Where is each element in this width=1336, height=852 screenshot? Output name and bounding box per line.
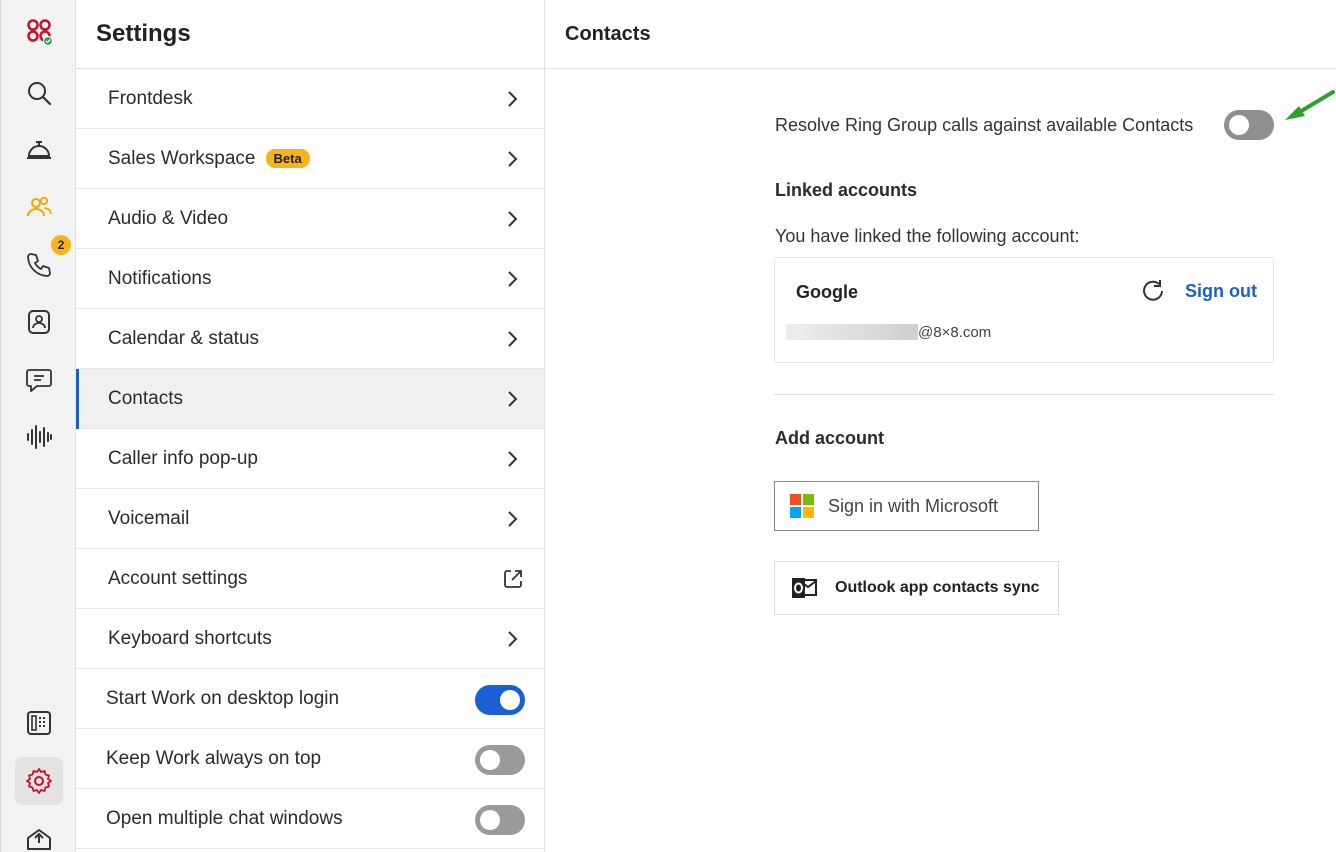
settings-item-frontdesk[interactable]: Frontdesk — [76, 69, 544, 129]
settings-panel: Settings Frontdesk Sales Workspace Beta … — [76, 0, 545, 852]
directory-nav[interactable] — [15, 298, 63, 346]
settings-item-notifications[interactable]: Notifications — [76, 249, 544, 309]
settings-item-keyboard-shortcuts[interactable]: Keyboard shortcuts — [76, 609, 544, 669]
settings-item-label: Notifications — [108, 267, 212, 289]
always-on-top-toggle[interactable] — [475, 745, 525, 775]
chevron-right-icon — [508, 511, 518, 527]
settings-nav[interactable] — [15, 757, 63, 805]
logo-8x8-icon — [27, 19, 53, 46]
settings-item-account-settings[interactable]: Account settings — [76, 549, 544, 609]
settings-item-contacts[interactable]: Contacts — [76, 369, 544, 429]
linked-accounts-description: You have linked the following account: — [775, 226, 1080, 246]
redacted-email — [786, 324, 918, 340]
sign-in-microsoft-button[interactable]: Sign in with Microsoft — [774, 481, 1039, 531]
inbox-nav[interactable] — [15, 814, 63, 852]
contacts-panel: Contacts Resolve Ring Group calls agains… — [545, 0, 1336, 852]
settings-item-always-on-top: Keep Work always on top — [76, 729, 544, 789]
chevron-right-icon — [508, 451, 518, 467]
section-divider — [774, 394, 1274, 395]
toggle-knob — [500, 690, 520, 710]
settings-item-sales-workspace[interactable]: Sales Workspace Beta — [76, 129, 544, 189]
contact-card-icon — [28, 310, 50, 334]
reception-bell-icon — [27, 141, 51, 159]
toggle-knob — [480, 810, 500, 830]
chevron-right-icon — [508, 271, 518, 287]
search-icon — [28, 82, 52, 106]
settings-header: Settings — [76, 0, 544, 69]
settings-item-label: Frontdesk — [108, 87, 193, 109]
multiple-chat-windows-toggle[interactable] — [475, 805, 525, 835]
microsoft-logo-icon — [790, 494, 814, 518]
messages-nav[interactable] — [15, 355, 63, 403]
settings-item-label: Calendar & status — [108, 327, 260, 349]
sign-in-microsoft-label: Sign in with Microsoft — [828, 495, 999, 516]
settings-item-label: Open multiple chat windows — [106, 807, 343, 829]
outlook-logo-icon — [792, 578, 817, 598]
inbox-upload-icon — [27, 829, 51, 850]
annotation-arrow-icon — [1285, 90, 1335, 120]
refresh-icon[interactable] — [1139, 278, 1165, 304]
settings-item-label: Caller info pop-up — [108, 447, 258, 469]
chevron-right-icon — [508, 91, 518, 107]
chevron-right-icon — [508, 331, 518, 347]
calls-count-badge: 2 — [51, 235, 71, 255]
settings-title: Settings — [96, 20, 191, 47]
settings-item-audio-video[interactable]: Audio & Video — [76, 189, 544, 249]
frontdesk-nav[interactable] — [15, 126, 63, 174]
voice-analytics-nav[interactable] — [15, 413, 63, 461]
chevron-right-icon — [508, 631, 518, 647]
chevron-right-icon — [508, 391, 518, 407]
settings-item-label: Start Work on desktop login — [106, 687, 340, 709]
settings-item-label: Sales Workspace — [108, 147, 256, 169]
linked-account-card: Google Sign out @8×8.com — [774, 257, 1274, 363]
contacts-header: Contacts — [545, 0, 1336, 69]
toggle-knob — [1229, 115, 1249, 135]
settings-item-label: Keep Work always on top — [106, 747, 322, 769]
app-rail: 2 — [0, 0, 76, 852]
toggle-knob — [480, 750, 500, 770]
settings-item-label: Account settings — [108, 567, 248, 589]
account-email-domain: @8×8.com — [918, 324, 992, 341]
phone-icon — [27, 253, 51, 277]
settings-item-label: Contacts — [108, 387, 183, 409]
sign-out-link[interactable]: Sign out — [1185, 281, 1257, 302]
contacts-team-nav[interactable] — [15, 184, 63, 232]
search-nav[interactable] — [15, 69, 63, 117]
chat-bubble-icon — [26, 369, 52, 392]
settings-item-voicemail[interactable]: Voicemail — [76, 489, 544, 549]
external-link-icon — [504, 570, 522, 588]
settings-item-calendar-status[interactable]: Calendar & status — [76, 309, 544, 369]
linked-accounts-heading: Linked accounts — [775, 180, 918, 200]
desk-phone-icon — [27, 711, 51, 735]
gear-icon — [26, 768, 52, 794]
outlook-contacts-sync-button[interactable]: Outlook app contacts sync — [774, 561, 1059, 615]
settings-item-start-work-login: Start Work on desktop login — [76, 669, 544, 729]
settings-item-multiple-chat-windows: Open multiple chat windows — [76, 789, 544, 849]
settings-item-label: Audio & Video — [108, 207, 229, 229]
start-work-login-toggle[interactable] — [475, 685, 525, 715]
resolve-ring-group-toggle[interactable] — [1224, 110, 1274, 140]
audio-waveform-icon — [27, 425, 52, 449]
settings-item-label: Voicemail — [108, 507, 190, 529]
outlook-contacts-sync-label: Outlook app contacts sync — [835, 579, 1040, 596]
chevron-right-icon — [508, 151, 518, 167]
people-group-icon — [27, 196, 52, 217]
settings-item-label: Keyboard shortcuts — [108, 627, 272, 649]
app-logo-icon[interactable] — [15, 8, 63, 56]
beta-badge: Beta — [265, 149, 310, 168]
add-account-heading: Add account — [775, 428, 885, 448]
settings-item-caller-info-popup[interactable]: Caller info pop-up — [76, 429, 544, 489]
account-provider: Google — [796, 282, 858, 302]
deskphone-nav[interactable] — [15, 699, 63, 747]
resolve-ring-group-label: Resolve Ring Group calls against availab… — [775, 115, 1194, 135]
chevron-right-icon — [508, 211, 518, 227]
page-title: Contacts — [565, 22, 651, 45]
